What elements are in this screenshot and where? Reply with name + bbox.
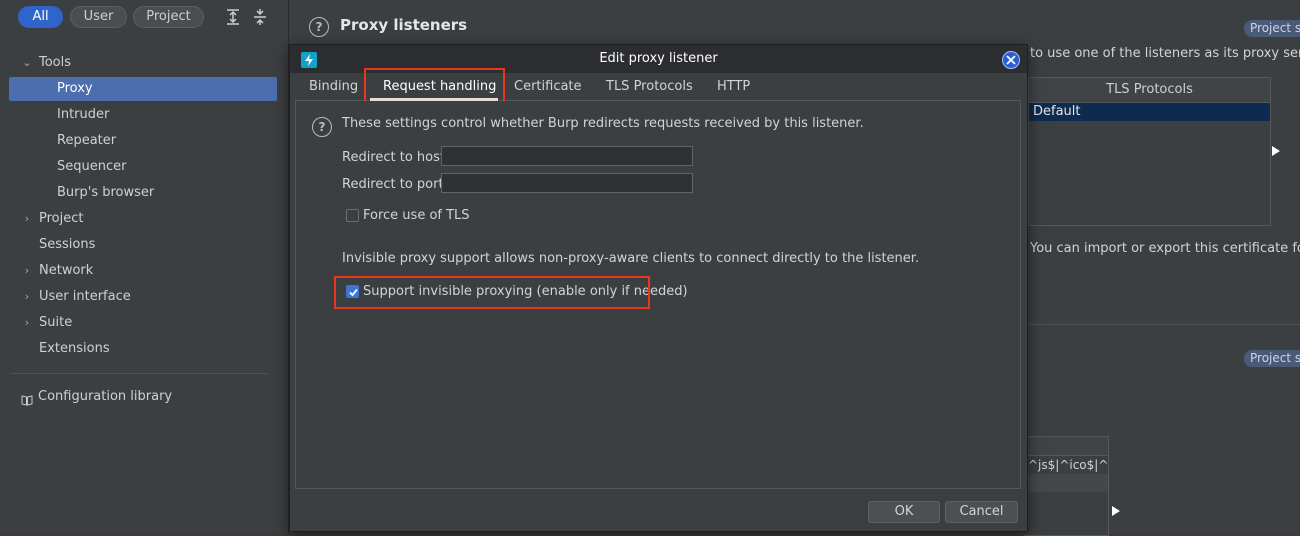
proxy-listeners-description: to use one of the listeners as its proxy…: [1030, 46, 1300, 61]
configuration-library-label: Configuration library: [38, 389, 173, 404]
invisible-proxy-highlight-annotation: [334, 276, 650, 309]
cancel-button[interactable]: Cancel: [945, 501, 1018, 523]
sidebar-item-sequencer[interactable]: Sequencer: [0, 155, 288, 179]
invisible-proxy-description: Invisible proxy support allows non-proxy…: [342, 251, 920, 266]
sidebar-item-label: Proxy: [57, 81, 93, 96]
request-handling-panel: ? These settings control whether Burp re…: [295, 101, 1021, 489]
sidebar-item-suite[interactable]: › Suite: [0, 311, 288, 335]
collapse-all-icon[interactable]: [252, 8, 268, 26]
tab-highlight-annotation: [364, 68, 505, 103]
sidebar-item-label: Project: [39, 211, 84, 226]
sidebar-item-repeater[interactable]: Repeater: [0, 129, 288, 153]
redirect-host-input[interactable]: [441, 146, 693, 166]
project-settings-badge-2: Project s: [1244, 350, 1300, 367]
certificate-description: You can import or export this certificat…: [1030, 241, 1300, 256]
table-row[interactable]: [1024, 474, 1108, 492]
table-header-tls-protocols: TLS Protocols: [1029, 78, 1270, 103]
edit-proxy-listener-dialog: Edit proxy listener Binding Request hand…: [289, 44, 1028, 532]
chevron-down-icon: ⌄: [22, 56, 32, 69]
sidebar-item-intruder[interactable]: Intruder: [0, 103, 288, 127]
sidebar-item-label: Repeater: [57, 133, 117, 148]
filter-project-button[interactable]: Project: [133, 6, 204, 28]
redirect-port-input[interactable]: [441, 173, 693, 193]
listeners-table[interactable]: TLS Protocols Default: [1028, 77, 1271, 226]
scroll-right-arrow-icon[interactable]: [1272, 146, 1280, 156]
intercept-rules-table[interactable]: ^js$|^ico$|^...: [1024, 436, 1109, 536]
redirect-host-label: Redirect to host:: [342, 150, 450, 165]
sidebar-item-tools[interactable]: ⌄ Tools: [0, 51, 288, 75]
project-settings-badge: Project s: [1244, 20, 1300, 37]
filter-all-button[interactable]: All: [18, 6, 63, 28]
sidebar-item-sessions[interactable]: Sessions: [0, 233, 288, 257]
sidebar-item-proxy[interactable]: Proxy: [0, 77, 288, 101]
sidebar-item-network[interactable]: › Network: [0, 259, 288, 283]
chevron-right-icon: ›: [24, 316, 30, 329]
sidebar-item-label: Tools: [39, 55, 72, 70]
tab-binding[interactable]: Binding: [309, 75, 358, 99]
tab-certificate[interactable]: Certificate: [514, 75, 582, 99]
section-divider: [1026, 324, 1300, 325]
sidebar-item-label: Network: [39, 263, 94, 278]
table-row[interactable]: ^js$|^ico$|^...: [1024, 456, 1108, 474]
sidebar-item-label: Sessions: [39, 237, 96, 252]
filter-user-button[interactable]: User: [70, 6, 127, 28]
expand-all-icon[interactable]: [225, 8, 241, 26]
table-header: [1024, 437, 1108, 456]
section-title: Proxy listeners: [340, 16, 468, 34]
sidebar-item-label: Intruder: [57, 107, 110, 122]
configuration-library-link[interactable]: Configuration library: [0, 385, 288, 409]
sidebar-item-burps-browser[interactable]: Burp's browser: [0, 181, 288, 205]
sidebar-item-project[interactable]: › Project: [0, 207, 288, 231]
sidebar-divider: [10, 373, 268, 374]
sidebar-item-extensions[interactable]: Extensions: [0, 337, 288, 361]
sidebar-item-label: User interface: [39, 289, 131, 304]
tab-tls-protocols[interactable]: TLS Protocols: [606, 75, 693, 99]
chevron-right-icon: ›: [24, 264, 30, 277]
chevron-right-icon: ›: [24, 290, 30, 303]
settings-sidebar: All User Project ⌄ Tools Proxy Intruder …: [0, 0, 289, 534]
sidebar-item-user-interface[interactable]: › User interface: [0, 285, 288, 309]
tab-http[interactable]: HTTP: [717, 75, 750, 99]
selection-highlight: [9, 77, 277, 101]
chevron-right-icon: ›: [24, 212, 30, 225]
ok-button[interactable]: OK: [868, 501, 940, 523]
sidebar-item-label: Suite: [39, 315, 73, 330]
sidebar-item-label: Sequencer: [57, 159, 127, 174]
help-icon[interactable]: ?: [309, 17, 329, 37]
sidebar-item-label: Burp's browser: [57, 185, 155, 200]
help-icon[interactable]: ?: [312, 117, 332, 137]
book-icon: [21, 391, 33, 415]
table-row[interactable]: Default: [1029, 103, 1270, 121]
scroll-right-arrow-icon-2[interactable]: [1112, 506, 1120, 516]
force-tls-checkbox[interactable]: [346, 209, 359, 222]
request-handling-intro: These settings control whether Burp redi…: [342, 116, 864, 131]
close-icon[interactable]: [1002, 51, 1020, 69]
sidebar-item-label: Extensions: [39, 341, 110, 356]
redirect-port-label: Redirect to port:: [342, 177, 448, 192]
force-tls-label: Force use of TLS: [363, 208, 470, 223]
